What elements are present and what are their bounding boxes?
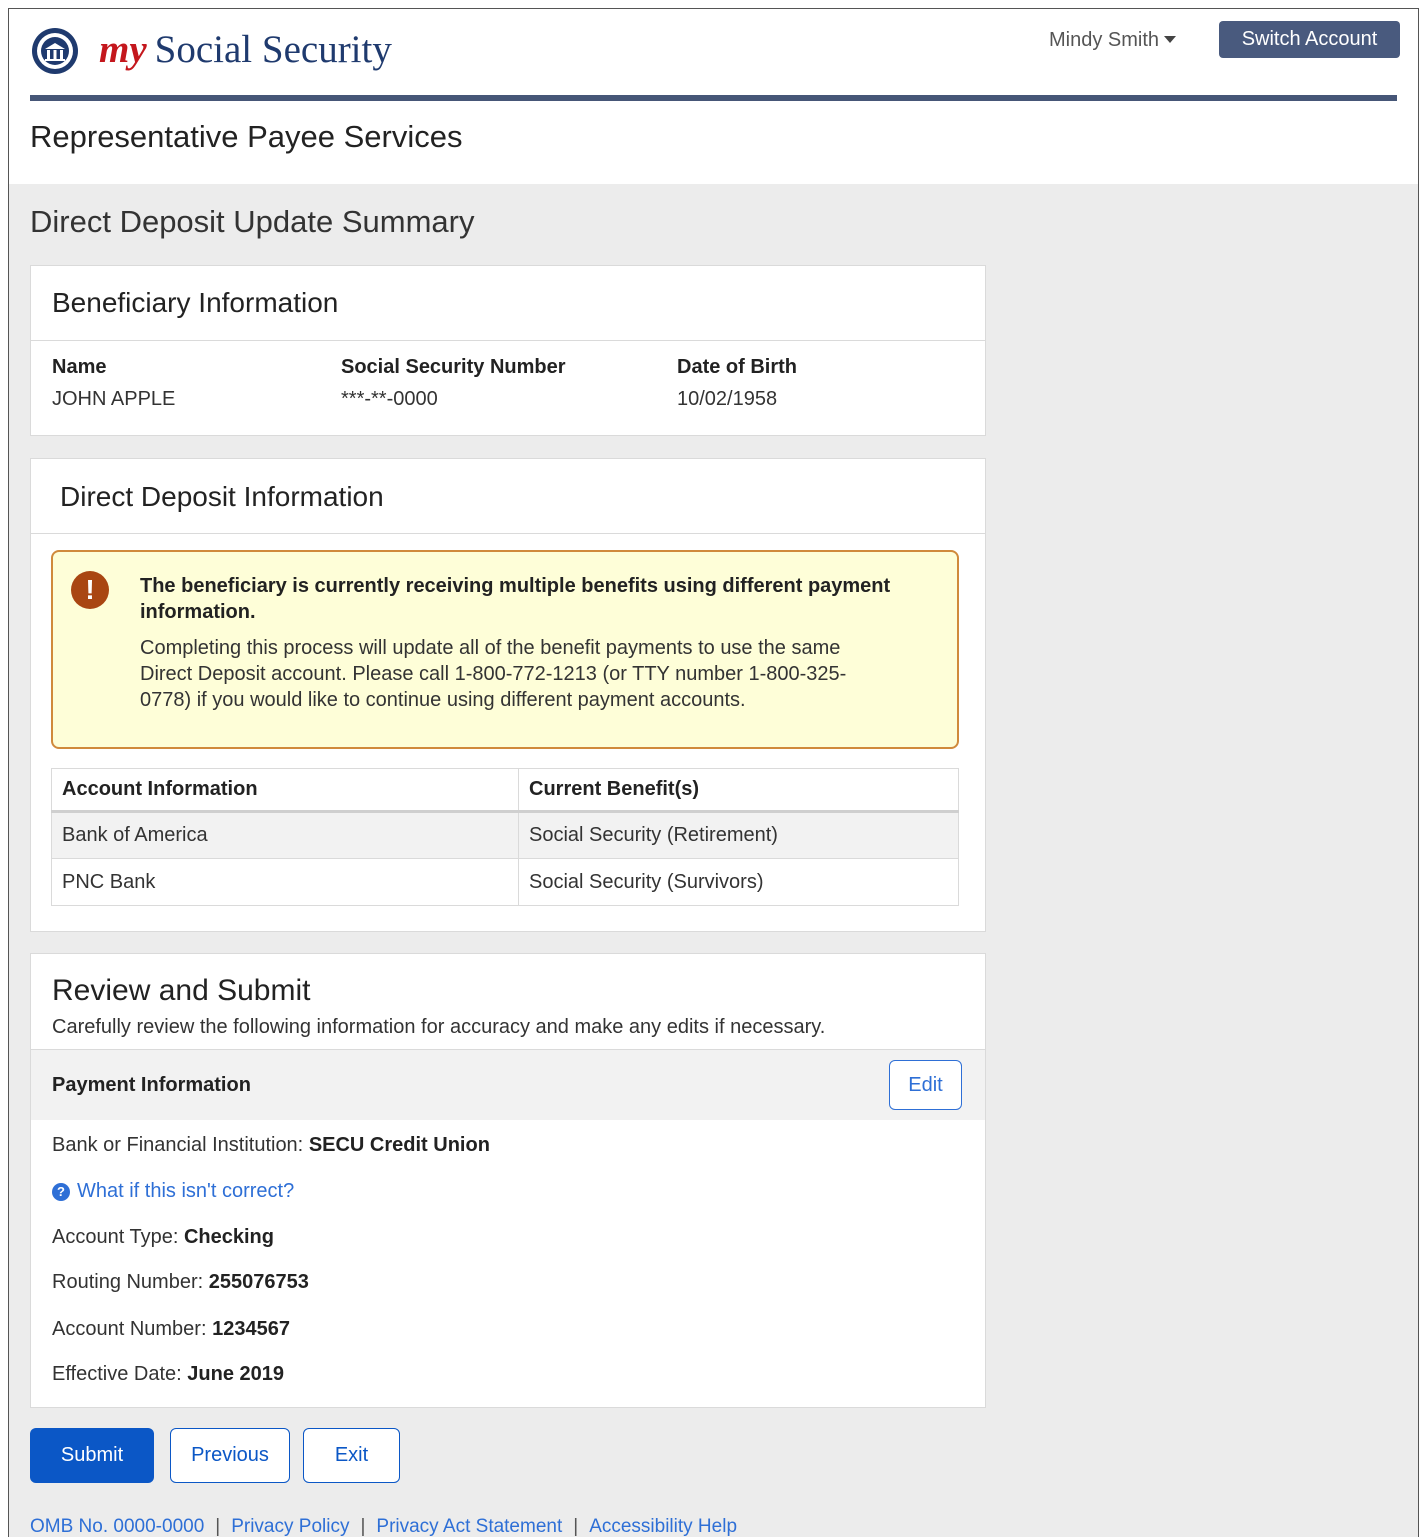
effective-date-value: June 2019 (187, 1363, 284, 1385)
review-panel: Review and Submit Carefully review the f… (30, 953, 986, 1408)
page-title: Direct Deposit Update Summary (30, 204, 475, 239)
omb-link[interactable]: OMB No. 0000-0000 (30, 1516, 204, 1537)
accessibility-help-link[interactable]: Accessibility Help (589, 1516, 737, 1537)
name-value: JOHN APPLE (52, 388, 176, 410)
edit-button[interactable]: Edit (889, 1060, 962, 1110)
footer-separator: | (573, 1516, 579, 1537)
page-frame: my Social Security Mindy Smith Switch Acc… (8, 8, 1419, 1537)
review-description: Carefully review the following informati… (52, 1016, 826, 1038)
service-title: Representative Payee Services (30, 119, 463, 154)
bank-row: Bank or Financial Institution: SECU Cred… (52, 1134, 490, 1157)
dob-value: 10/02/1958 (677, 388, 778, 410)
column-header: Current Benefit(s) (518, 768, 959, 813)
effective-date-row: Effective Date: June 2019 (52, 1363, 284, 1386)
routing-value: 255076753 (208, 1271, 309, 1293)
previous-button[interactable]: Previous (170, 1428, 290, 1483)
bank-value: SECU Credit Union (308, 1134, 490, 1156)
beneficiary-panel-header: Beneficiary Information (31, 266, 985, 341)
brand-name: Social Security (154, 28, 392, 71)
footer-separator: | (360, 1516, 366, 1537)
alert-body: Completing this process will update all … (140, 637, 847, 711)
account-type-label: Account Type: (52, 1226, 179, 1248)
footer-links: OMB No. 0000-0000 | Privacy Policy | Privacy… (30, 1516, 737, 1537)
direct-deposit-panel: Direct Deposit Information ! The benefic… (30, 458, 986, 932)
column-header: Account Information (51, 768, 519, 813)
routing-label: Routing Number: (52, 1271, 204, 1293)
routing-row: Routing Number: 255076753 (52, 1271, 309, 1294)
question-circle-icon: ? (52, 1183, 70, 1201)
brand-my: my (99, 28, 147, 71)
account-cell: Bank of America (51, 811, 519, 859)
multiple-benefits-alert: ! The beneficiary is currently receiving… (51, 550, 959, 749)
help-row: ? What if this isn't correct? (52, 1180, 294, 1203)
table-header-row: Account Information Current Benefit(s) (51, 768, 959, 813)
payment-info-header: Payment Information Edit (31, 1049, 985, 1120)
ssn-value: ***-**-0000 (341, 388, 438, 410)
footer-separator: | (215, 1516, 221, 1537)
benefit-cell: Social Security (Retirement) (518, 811, 959, 859)
benefit-cell: Social Security (Survivors) (518, 858, 959, 906)
account-number-value: 1234567 (212, 1318, 290, 1340)
accounts-table: Account Information Current Benefit(s) B… (51, 768, 959, 906)
beneficiary-panel-title: Beneficiary Information (52, 287, 339, 318)
alert-heading: The beneficiary is currently receiving m… (140, 575, 891, 623)
direct-deposit-panel-title: Direct Deposit Information (60, 481, 384, 512)
exclamation-icon: ! (71, 571, 109, 609)
site-header: my Social Security Mindy Smith Switch Acc… (9, 9, 1418, 184)
privacy-act-link[interactable]: Privacy Act Statement (376, 1516, 562, 1537)
payment-info-title: Payment Information (52, 1074, 251, 1096)
header-divider (30, 95, 1397, 101)
direct-deposit-panel-header: Direct Deposit Information (31, 459, 985, 534)
table-row: PNC Bank Social Security (Survivors) (51, 858, 959, 906)
account-type-row: Account Type: Checking (52, 1226, 274, 1249)
beneficiary-panel: Beneficiary Information Name JOHN APPLE … (30, 265, 986, 436)
account-number-row: Account Number: 1234567 (52, 1318, 290, 1341)
account-cell: PNC Bank (51, 858, 519, 906)
switch-account-button[interactable]: Switch Account (1219, 21, 1400, 58)
beneficiary-dob: Date of Birth 10/02/1958 (677, 356, 797, 411)
dob-label: Date of Birth (677, 356, 797, 378)
ssa-seal-icon (32, 28, 78, 74)
effective-date-label: Effective Date: (52, 1363, 182, 1385)
caret-down-icon (1164, 36, 1177, 44)
table-row: Bank of America Social Security (Retirem… (51, 811, 959, 859)
beneficiary-ssn: Social Security Number ***-**-0000 (341, 356, 566, 411)
help-link[interactable]: ? What if this isn't correct? (52, 1180, 294, 1202)
user-name: Mindy Smith (1049, 29, 1160, 51)
privacy-policy-link[interactable]: Privacy Policy (231, 1516, 349, 1537)
user-menu[interactable]: Mindy Smith (1049, 29, 1177, 52)
help-link-text: What if this isn't correct? (77, 1180, 295, 1202)
review-title: Review and Submit (52, 974, 311, 1007)
beneficiary-name: Name JOHN APPLE (52, 356, 175, 411)
bank-label: Bank or Financial Institution: (52, 1134, 304, 1156)
account-number-label: Account Number: (52, 1318, 207, 1340)
submit-button[interactable]: Submit (30, 1428, 154, 1483)
account-type-value: Checking (183, 1226, 274, 1248)
site-brand[interactable]: my Social Security (99, 27, 392, 72)
exit-button[interactable]: Exit (303, 1428, 400, 1483)
ssn-label: Social Security Number (341, 356, 566, 378)
name-label: Name (52, 356, 107, 378)
